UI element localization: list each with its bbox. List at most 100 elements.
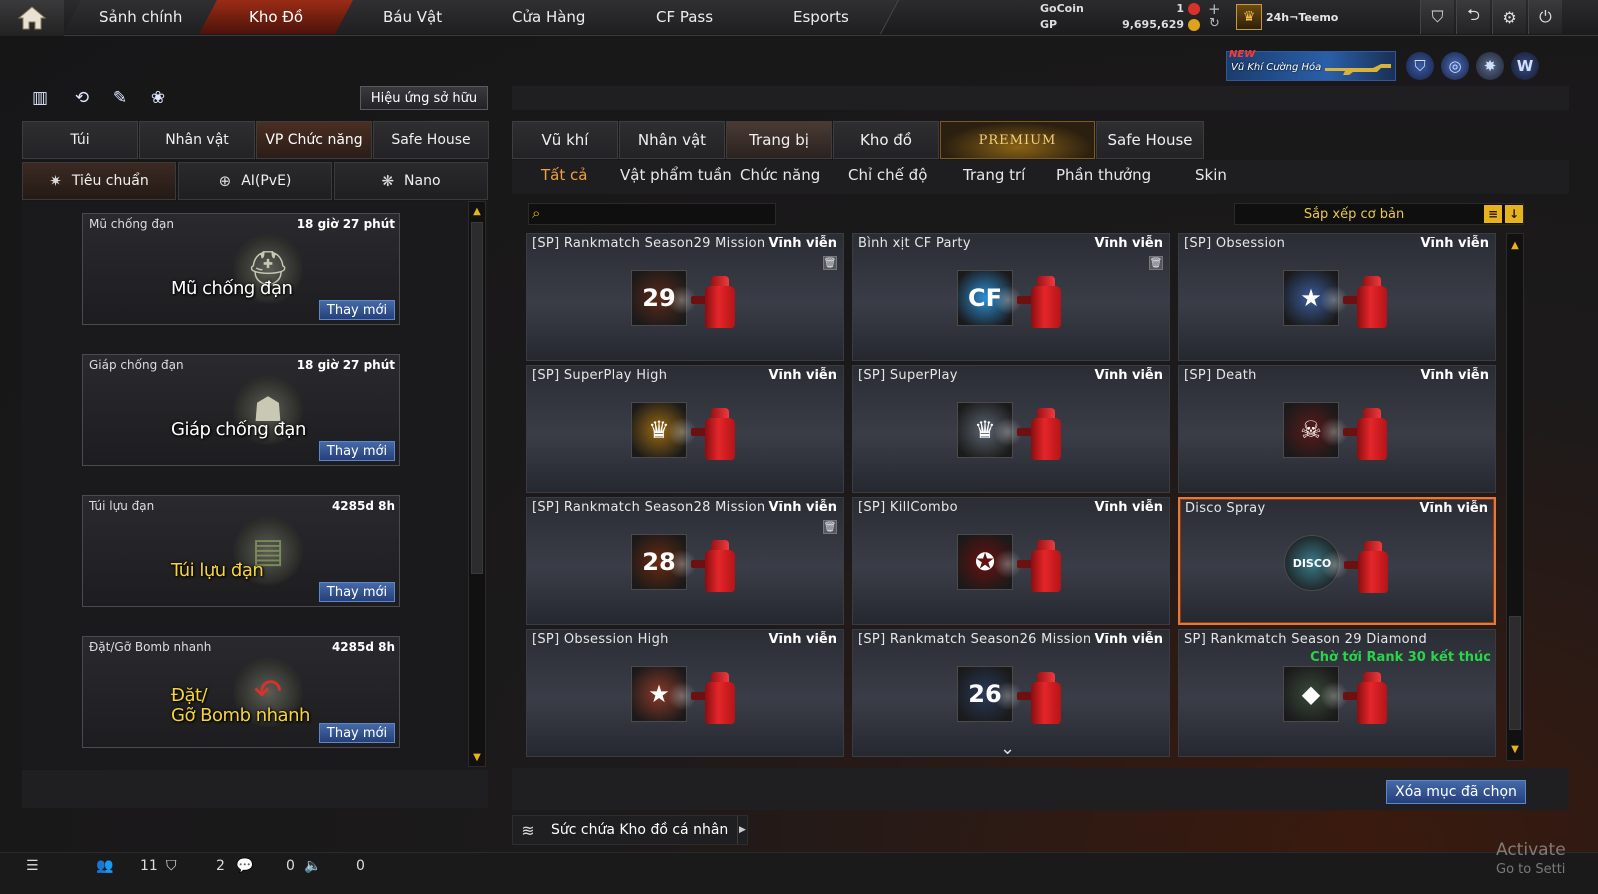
speaker-icon[interactable]: 🔈: [304, 858, 321, 874]
nav-tab-inventory[interactable]: Kho Đồ: [198, 0, 356, 34]
item-card[interactable]: [SP] Obsession Vĩnh viễn ★: [1178, 233, 1496, 361]
left-scrollbar[interactable]: ▲ ▼: [468, 201, 486, 767]
scroll-up-icon[interactable]: ▲: [472, 206, 482, 217]
menu-list-icon[interactable]: ☰: [26, 858, 39, 874]
item-duration: Vĩnh viễn: [1094, 632, 1163, 647]
right-tab-safe-house[interactable]: Safe House: [1096, 121, 1204, 159]
item-card[interactable]: [SP] Death Vĩnh viễn ☠: [1178, 365, 1496, 493]
left-tab-bag[interactable]: Túi: [22, 121, 138, 159]
right-header-strip: [512, 86, 1569, 110]
filter-rewards[interactable]: Phần thưởng: [1056, 166, 1151, 184]
banner-title: Vũ Khí Cường Hóa: [1231, 62, 1322, 73]
delete-selected-button[interactable]: Xóa mục đã chọn: [1386, 780, 1526, 804]
watermark-line2: Go to Setti: [1496, 862, 1566, 877]
equip-card-grenade-pouch[interactable]: Túi lựu đạn 4285d 8h ▤ Túi lựu đạn Thay …: [82, 495, 400, 607]
item-name: [SP] KillCombo: [858, 500, 958, 515]
renew-button[interactable]: Thay mới: [319, 300, 395, 320]
trash-icon[interactable]: 🗑: [1149, 256, 1163, 270]
v-emblem-button[interactable]: ⛉: [1406, 52, 1434, 80]
item-card[interactable]: [SP] Rankmatch Season29 Mission Vĩnh viễn…: [526, 233, 844, 361]
scroll-down-icon[interactable]: ▼: [472, 752, 482, 763]
scroll-up-icon[interactable]: ▲: [1510, 240, 1520, 251]
item-card[interactable]: SP] Rankmatch Season 29 Diamond Chờ tới R…: [1178, 629, 1496, 757]
right-tab-premium[interactable]: PREMIUM: [940, 121, 1095, 159]
scroll-thumb[interactable]: [1509, 616, 1521, 730]
owned-effects-button[interactable]: Hiệu ứng sở hữu: [360, 86, 488, 110]
nav-tab-cf-pass[interactable]: CF Pass: [606, 0, 764, 34]
filter-skin[interactable]: Skin: [1195, 166, 1227, 184]
equip-card-bomb-kit[interactable]: Đặt/Gỡ Bomb nhanh 4285d 8h ↶ Đặt/ Gỡ Bom…: [82, 636, 400, 748]
right-tab-storage[interactable]: Kho đồ: [833, 121, 939, 159]
item-card[interactable]: [SP] Obsession High Vĩnh viễn ★: [526, 629, 844, 757]
filter-all[interactable]: Tất cả: [541, 166, 587, 184]
clan-shield-icon[interactable]: ⛉: [166, 858, 177, 874]
ranking-icon[interactable]: ▥: [26, 84, 54, 112]
storage-capacity-button[interactable]: ≋ Sức chứa Kho đồ cá nhân ▶: [512, 815, 748, 845]
gift-icon[interactable]: ❀: [144, 84, 172, 112]
item-card[interactable]: [SP] SuperPlay Vĩnh viễn ♛: [852, 365, 1170, 493]
equip-name: Giáp chống đạn: [89, 358, 184, 372]
friends-icon[interactable]: 👥: [96, 858, 113, 874]
chevron-down-icon[interactable]: ⌄: [1000, 738, 1015, 759]
search-input[interactable]: [556, 205, 772, 223]
trash-icon[interactable]: 🗑: [823, 256, 837, 270]
equip-caption: Mũ chống đạn: [171, 278, 293, 299]
chat-icon[interactable]: 💬: [236, 858, 253, 874]
filter-mode-only[interactable]: Chỉ chế độ: [848, 166, 927, 184]
subtab-standard[interactable]: ✷ Tiêu chuẩn: [22, 162, 176, 200]
exit-room-button[interactable]: ⮌: [1456, 0, 1490, 34]
badge-button[interactable]: ✸: [1476, 52, 1504, 80]
right-tab-weapons[interactable]: Vũ khí: [512, 121, 618, 159]
item-card[interactable]: [SP] KillCombo Vĩnh viễn ✪: [852, 497, 1170, 625]
nav-tab-shop[interactable]: Cửa Hàng: [470, 0, 628, 34]
nav-tab-treasure[interactable]: Báu Vật: [334, 0, 492, 34]
item-card[interactable]: Bình xịt CF Party Vĩnh viễn 🗑 CF: [852, 233, 1170, 361]
shield-button[interactable]: ⛉: [1420, 0, 1454, 34]
home-button[interactable]: [0, 0, 64, 36]
character-edit-icon[interactable]: ✎: [106, 84, 134, 112]
trash-icon[interactable]: 🗑: [823, 520, 837, 534]
sort-dropdown[interactable]: Sắp xếp cơ bản: [1234, 203, 1524, 225]
grid-scrollbar[interactable]: ▲ ▼: [1506, 233, 1524, 761]
right-tab-character[interactable]: Nhân vật: [619, 121, 725, 159]
scroll-down-icon[interactable]: ▼: [1510, 744, 1520, 755]
w-logo-button[interactable]: W: [1511, 52, 1539, 80]
subtab-nano[interactable]: ❋ Nano: [334, 162, 488, 200]
renew-button[interactable]: Thay mới: [319, 723, 395, 743]
globe-icon: ◎: [1448, 57, 1462, 75]
right-tab-equipment[interactable]: Trang bị: [726, 121, 832, 159]
layers-icon: ≋: [521, 820, 535, 840]
equip-card-helmet[interactable]: Mũ chống đạn 18 giờ 27 phút ⛑ Mũ chống đ…: [82, 213, 400, 325]
subtab-ai-pve[interactable]: ⊕ AI(PvE): [178, 162, 332, 200]
list-view-icon[interactable]: ≡: [1484, 205, 1502, 223]
scroll-thumb[interactable]: [471, 222, 483, 574]
left-tab-vp-function[interactable]: VP Chức năng: [256, 121, 372, 159]
left-tab-character[interactable]: Nhân vật: [139, 121, 255, 159]
globe-button[interactable]: ◎: [1441, 52, 1469, 80]
filter-decoration[interactable]: Trang trí: [963, 166, 1025, 184]
renew-button[interactable]: Thay mới: [319, 582, 395, 602]
history-icon[interactable]: ⟲: [68, 84, 96, 112]
item-duration: Vĩnh viễn: [1419, 501, 1488, 516]
nav-tab-lobby[interactable]: Sảnh chính: [62, 0, 220, 34]
power-button[interactable]: ⏻: [1528, 0, 1562, 34]
new-badge: NEW: [1229, 49, 1256, 60]
item-card[interactable]: Disco Spray Vĩnh viễn DISCO: [1178, 497, 1496, 625]
left-tab-safe-house[interactable]: Safe House: [373, 121, 489, 159]
weapon-upgrade-banner[interactable]: NEW Vũ Khí Cường Hóa: [1226, 49, 1396, 81]
item-card[interactable]: [SP] Rankmatch Season28 Mission Vĩnh viễn…: [526, 497, 844, 625]
gear-icon: ⚙: [1502, 7, 1517, 27]
equip-caption-line1: Đặt/: [171, 685, 208, 706]
settings-button[interactable]: ⚙: [1492, 0, 1526, 34]
equip-card-vest[interactable]: Giáp chống đạn 18 giờ 27 phút ☗ Giáp chố…: [82, 354, 400, 466]
item-card[interactable]: [SP] SuperPlay High Vĩnh viễn ♛: [526, 365, 844, 493]
filter-function[interactable]: Chức năng: [740, 166, 820, 184]
filter-weekly[interactable]: Vật phẩm tuần: [620, 166, 732, 184]
gp-coin-icon: [1188, 18, 1200, 31]
item-duration: Vĩnh viễn: [768, 500, 837, 515]
sort-direction-icon[interactable]: ↓: [1505, 205, 1523, 223]
refresh-icon[interactable]: ↻: [1209, 16, 1220, 31]
renew-button[interactable]: Thay mới: [319, 441, 395, 461]
user-profile[interactable]: ♛ 24h¬Teemo: [1236, 3, 1338, 31]
nav-tab-esports[interactable]: Esports: [742, 0, 900, 34]
